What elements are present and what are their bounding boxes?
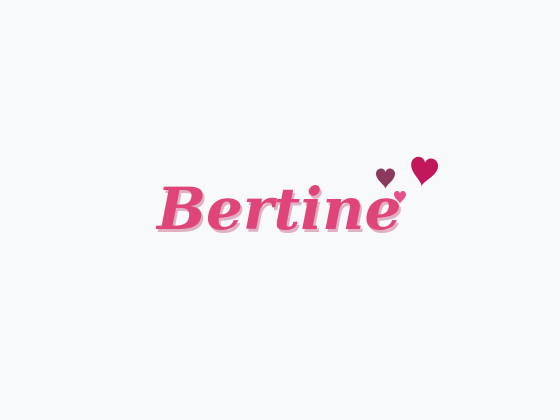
logo-wordmark: Bertine [155,175,401,243]
page-canvas: Bertine Bertine [0,0,560,420]
brand-logo[interactable]: Bertine Bertine [150,150,450,250]
heart-icon [411,156,438,187]
brand-logo-graphic: Bertine Bertine [155,156,438,246]
